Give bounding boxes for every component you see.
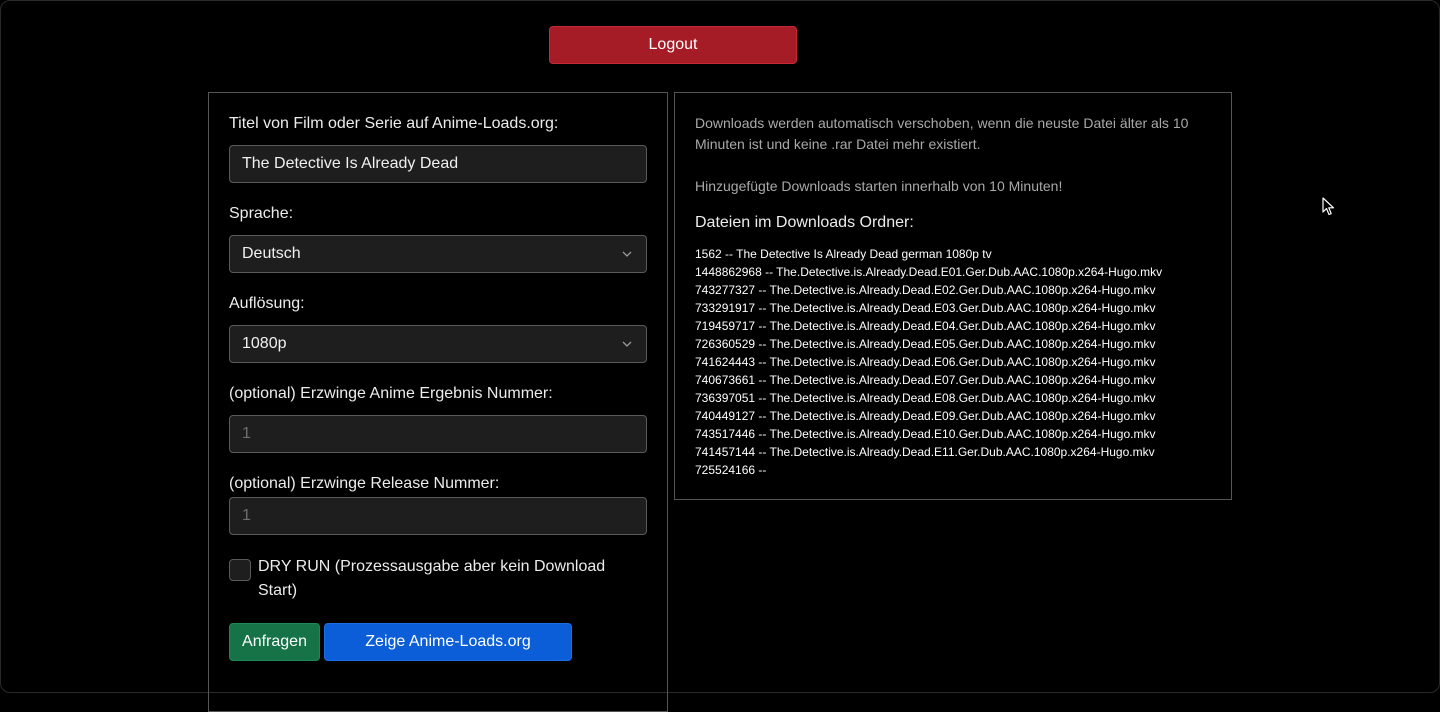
resolution-select[interactable]: 1080p [229,325,647,363]
file-entry: 733291917 -- The.Detective.is.Already.De… [695,301,1156,315]
file-entry: 740449127 -- The.Detective.is.Already.De… [695,409,1156,423]
file-entry: 1562 -- The Detective Is Already Dead ge… [695,247,992,261]
file-entry: 736397051 -- The.Detective.is.Already.De… [695,391,1156,405]
resolution-label: Auflösung: [229,295,305,312]
file-entry: 740673661 -- The.Detective.is.Already.De… [695,373,1156,387]
chevron-down-icon [622,341,632,347]
dry-run-checkbox[interactable] [229,559,251,581]
title-input[interactable]: The Detective Is Already Dead [229,145,647,183]
anime-result-label: (optional) Erzwinge Anime Ergebnis Numme… [229,385,553,402]
move-notice: Downloads werden automatisch verschoben,… [695,115,1189,152]
language-select[interactable]: Deutsch [229,235,647,273]
logout-button[interactable]: Logout [549,26,797,64]
release-label: (optional) Erzwinge Release Nummer: [229,475,500,492]
file-entry: 741624443 -- The.Detective.is.Already.De… [695,355,1156,369]
resolution-select-value: 1080p [242,335,287,352]
chevron-down-icon [622,251,632,257]
file-list: 1562 -- The Detective Is Already Dead ge… [695,245,1162,479]
submit-button[interactable]: Anfragen [229,623,320,661]
file-entry: 743517446 -- The.Detective.is.Already.De… [695,427,1156,441]
files-heading: Dateien im Downloads Ordner: [695,214,914,231]
show-site-button[interactable]: Zeige Anime-Loads.org [324,623,572,661]
language-label: Sprache: [229,205,294,222]
file-entry: 743277327 -- The.Detective.is.Already.De… [695,283,1156,297]
file-entry: 719459717 -- The.Detective.is.Already.De… [695,319,1156,333]
start-notice: Hinzugefügte Downloads starten innerhalb… [695,178,1063,194]
file-entry: 1448862968 -- The.Detective.is.Already.D… [695,265,1163,279]
dry-run-label[interactable]: DRY RUN (Prozessausgabe aber kein Downlo… [258,555,648,603]
file-entry: 726360529 -- The.Detective.is.Already.De… [695,337,1156,351]
language-select-value: Deutsch [242,245,301,262]
file-entry: 741457144 -- The.Detective.is.Already.De… [695,445,1155,459]
mouse-cursor-icon [1322,197,1335,216]
file-entry: 725524166 -- [695,463,767,477]
title-label: Titel von Film oder Serie auf Anime-Load… [229,115,559,132]
release-input[interactable]: 1 [229,497,647,535]
anime-result-input[interactable]: 1 [229,415,647,453]
